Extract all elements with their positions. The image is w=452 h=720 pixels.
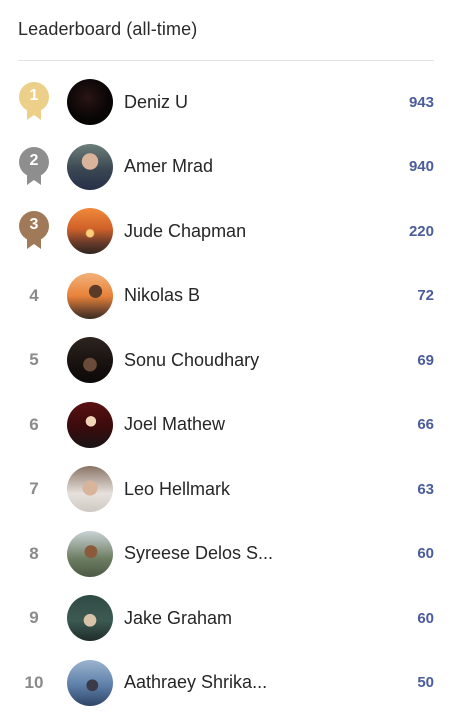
avatar[interactable] [67,401,113,448]
player-name[interactable]: Sonu Choudhary [124,350,374,371]
rank-cell: 5 [17,336,51,384]
player-score: 66 [417,416,434,433]
leaderboard-row[interactable]: 4 Nikolas B 72 [0,264,452,328]
player-score: 60 [417,609,434,627]
rank-cell: 10 [17,659,51,707]
player-score: 50 [417,674,434,691]
rank-cell: 8 [17,530,51,578]
player-name[interactable]: Syreese Delos S... [124,543,374,564]
leaderboard-row[interactable]: 9 Jake Graham 60 [0,586,452,650]
leaderboard-row[interactable]: 1 Deniz U 943 [0,70,452,134]
rank-number: 7 [29,479,39,498]
rank-cell: 4 [17,272,51,320]
player-name[interactable]: Amer Mrad [124,156,374,177]
avatar[interactable] [67,208,113,254]
avatar[interactable] [67,659,113,706]
silver-medal-icon: 2 [17,146,51,187]
player-score: 63 [417,480,434,498]
player-name[interactable]: Jude Chapman [124,221,374,242]
avatar[interactable] [67,466,113,512]
player-score: 943 [408,93,434,111]
avatar[interactable] [67,79,113,125]
player-score: 220 [408,222,434,240]
leaderboard-row[interactable]: 3 Jude Chapman 220 [0,199,452,263]
leaderboard-header: Leaderboard (all-time) [18,0,434,61]
rank-number: 4 [29,285,39,305]
avatar[interactable] [67,337,113,383]
page-title: Leaderboard (all-time) [18,19,198,39]
avatar[interactable] [67,272,113,319]
leaderboard-row[interactable]: 6 Joel Mathew 66 [0,393,452,457]
rank-number: 2 [29,151,39,169]
rank-number: 6 [29,414,39,434]
bronze-medal-icon: 3 [17,211,51,251]
rank-number: 8 [29,543,39,563]
avatar[interactable] [67,143,113,190]
player-score: 940 [408,158,434,175]
player-name[interactable]: Joel Mathew [124,414,374,435]
player-name[interactable]: Deniz U [124,92,374,113]
rank-number: 9 [29,608,39,627]
rank-cell: 3 [17,207,51,255]
avatar[interactable] [67,530,113,577]
player-score: 60 [417,545,434,562]
leaderboard-row[interactable]: 5 Sonu Choudhary 69 [0,328,452,392]
rank-cell: 7 [17,465,51,513]
player-name[interactable]: Leo Hellmark [124,479,374,500]
rank-cell: 2 [17,143,51,191]
rank-cell: 1 [17,78,51,126]
player-name[interactable]: Jake Graham [124,608,374,629]
leaderboard-row[interactable]: 7 Leo Hellmark 63 [0,457,452,521]
rank-number: 3 [29,216,39,233]
player-score: 72 [417,287,434,304]
rank-number: 1 [29,87,39,104]
player-name[interactable]: Aathraey Shrika... [124,672,374,693]
leaderboard-row[interactable]: 2 Amer Mrad 940 [0,135,452,199]
rank-cell: 6 [17,401,51,449]
leaderboard-row[interactable]: 8 Syreese Delos S... 60 [0,522,452,586]
player-name[interactable]: Nikolas B [124,285,374,306]
leaderboard-row[interactable]: 10 Aathraey Shrika... 50 [0,651,452,715]
rank-number: 5 [29,350,39,369]
gold-medal-icon: 1 [17,82,51,122]
player-score: 69 [417,351,434,369]
avatar[interactable] [67,595,113,641]
rank-cell: 9 [17,594,51,642]
rank-number: 10 [24,672,44,692]
